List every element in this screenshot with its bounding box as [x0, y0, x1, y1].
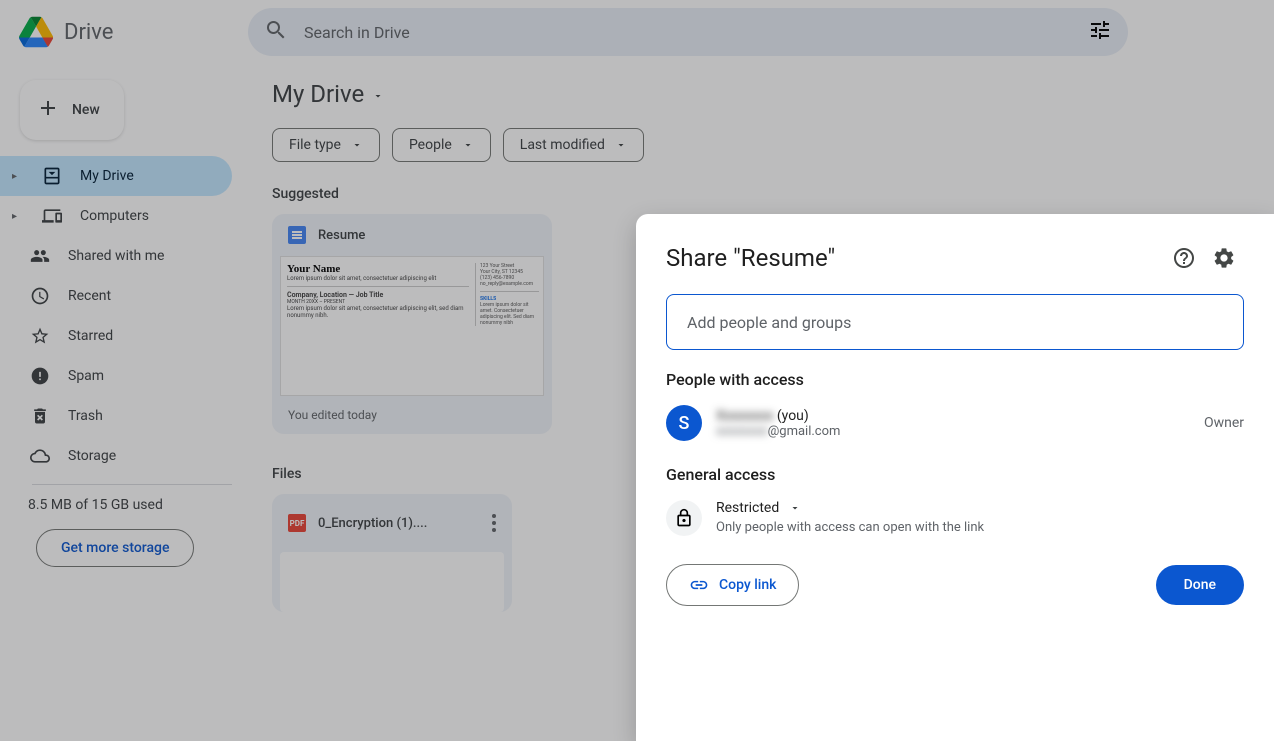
people-with-access-heading: People with access: [666, 370, 1244, 389]
person-name: Xxxxxxxx (you): [716, 408, 1190, 424]
copy-link-button[interactable]: Copy link: [666, 564, 799, 606]
person-role: Owner: [1204, 415, 1244, 431]
general-access-dropdown[interactable]: Restricted: [716, 500, 984, 516]
avatar: S: [666, 405, 702, 441]
caret-down-icon: [789, 502, 801, 514]
lock-icon: [666, 500, 702, 536]
gear-icon: [1212, 246, 1236, 270]
help-icon: [1172, 246, 1196, 270]
add-people-input[interactable]: [666, 294, 1244, 350]
person-email: xxxxxxxx@gmail.com: [716, 424, 1190, 439]
help-button[interactable]: [1164, 238, 1204, 278]
link-icon: [689, 575, 709, 595]
general-access-desc: Only people with access can open with th…: [716, 520, 984, 535]
general-access-heading: General access: [666, 465, 1244, 484]
done-button[interactable]: Done: [1156, 565, 1244, 605]
person-row: S Xxxxxxxx (you) xxxxxxxx@gmail.com Owne…: [666, 405, 1244, 441]
settings-button[interactable]: [1204, 238, 1244, 278]
dialog-title: Share "Resume": [666, 244, 1164, 272]
share-dialog: Share "Resume" People with access S Xxxx…: [636, 214, 1274, 741]
